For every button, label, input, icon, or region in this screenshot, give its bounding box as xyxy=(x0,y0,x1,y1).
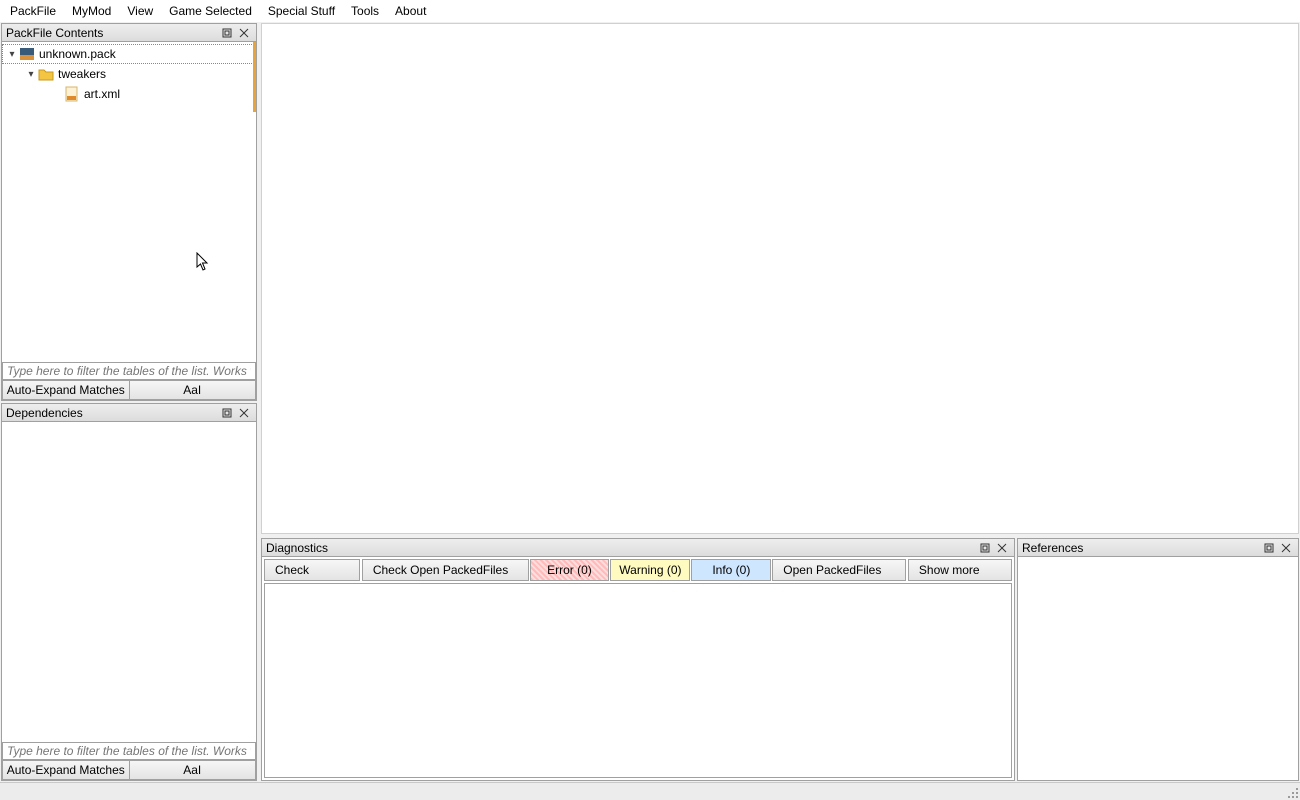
auto-expand-toggle[interactable]: Auto-Expand Matches xyxy=(2,760,130,780)
tree-root-label: unknown.pack xyxy=(39,47,116,61)
float-icon[interactable] xyxy=(1261,541,1277,555)
float-icon[interactable] xyxy=(977,541,993,555)
scroll-accent xyxy=(253,42,256,112)
dependencies-tree[interactable] xyxy=(2,422,256,742)
menu-game-selected[interactable]: Game Selected xyxy=(161,2,260,20)
case-sensitivity-toggle[interactable]: AaI xyxy=(130,760,257,780)
float-icon[interactable] xyxy=(219,406,235,420)
tree-root[interactable]: ▾ unknown.pack xyxy=(2,44,256,64)
float-icon[interactable] xyxy=(219,26,235,40)
diagnostics-panel: Diagnostics Check PackFile Check Open Pa… xyxy=(261,538,1015,781)
xml-file-icon xyxy=(64,86,80,102)
diagnostics-toolbar: Check PackFile Check Open PackedFiles On… xyxy=(262,557,1014,583)
tree-folder-label: tweakers xyxy=(58,67,106,81)
show-more-filters-button[interactable]: Show more filters xyxy=(908,559,1012,581)
close-icon[interactable] xyxy=(1278,541,1294,555)
menu-bar: PackFile MyMod View Game Selected Specia… xyxy=(0,0,1300,22)
case-sensitivity-toggle[interactable]: AaI xyxy=(130,380,257,400)
menu-special-stuff[interactable]: Special Stuff xyxy=(260,2,343,20)
menu-view[interactable]: View xyxy=(119,2,161,20)
close-icon[interactable] xyxy=(994,541,1010,555)
tree-folder[interactable]: ▾ tweakers xyxy=(2,64,256,84)
warning-filter-pill[interactable]: Warning (0) xyxy=(610,559,690,581)
check-packfile-button[interactable]: Check PackFile xyxy=(264,559,360,581)
close-icon[interactable] xyxy=(236,26,252,40)
menu-tools[interactable]: Tools xyxy=(343,2,387,20)
diagnostics-results[interactable] xyxy=(264,583,1012,778)
menu-packfile[interactable]: PackFile xyxy=(2,2,64,20)
folder-icon xyxy=(38,66,54,82)
error-filter-pill[interactable]: Error (0) xyxy=(530,559,610,581)
packfile-contents-panel: PackFile Contents ▾ unknown.pack xyxy=(1,23,257,401)
references-panel: References xyxy=(1017,538,1299,781)
tree-file[interactable]: art.xml xyxy=(2,84,256,104)
panel-title-contents: PackFile Contents xyxy=(6,26,218,40)
check-open-only-button[interactable]: Check Open PackedFiles Only xyxy=(362,559,529,581)
panel-title-references: References xyxy=(1022,541,1260,555)
dependencies-filter-input[interactable] xyxy=(2,742,256,760)
tree-file-label: art.xml xyxy=(84,87,120,101)
resize-grip-icon[interactable] xyxy=(1286,786,1298,798)
open-packedfiles-only-button[interactable]: Open PackedFiles Only xyxy=(772,559,906,581)
expand-arrow-icon[interactable]: ▾ xyxy=(24,69,38,80)
expand-arrow-icon[interactable]: ▾ xyxy=(5,49,19,60)
status-bar xyxy=(0,782,1300,800)
close-icon[interactable] xyxy=(236,406,252,420)
auto-expand-toggle[interactable]: Auto-Expand Matches xyxy=(2,380,130,400)
menu-mymod[interactable]: MyMod xyxy=(64,2,119,20)
dependencies-panel: Dependencies Auto-Expand Matches AaI xyxy=(1,403,257,781)
panel-title-dependencies: Dependencies xyxy=(6,406,218,420)
contents-filter-input[interactable] xyxy=(2,362,256,380)
info-filter-pill[interactable]: Info (0) xyxy=(691,559,771,581)
panel-title-diagnostics: Diagnostics xyxy=(266,541,976,555)
references-list[interactable] xyxy=(1018,557,1298,780)
packfile-tree[interactable]: ▾ unknown.pack ▾ tweakers xyxy=(2,42,256,362)
packfile-icon xyxy=(19,46,35,62)
menu-about[interactable]: About xyxy=(387,2,434,20)
editor-area xyxy=(261,23,1299,534)
